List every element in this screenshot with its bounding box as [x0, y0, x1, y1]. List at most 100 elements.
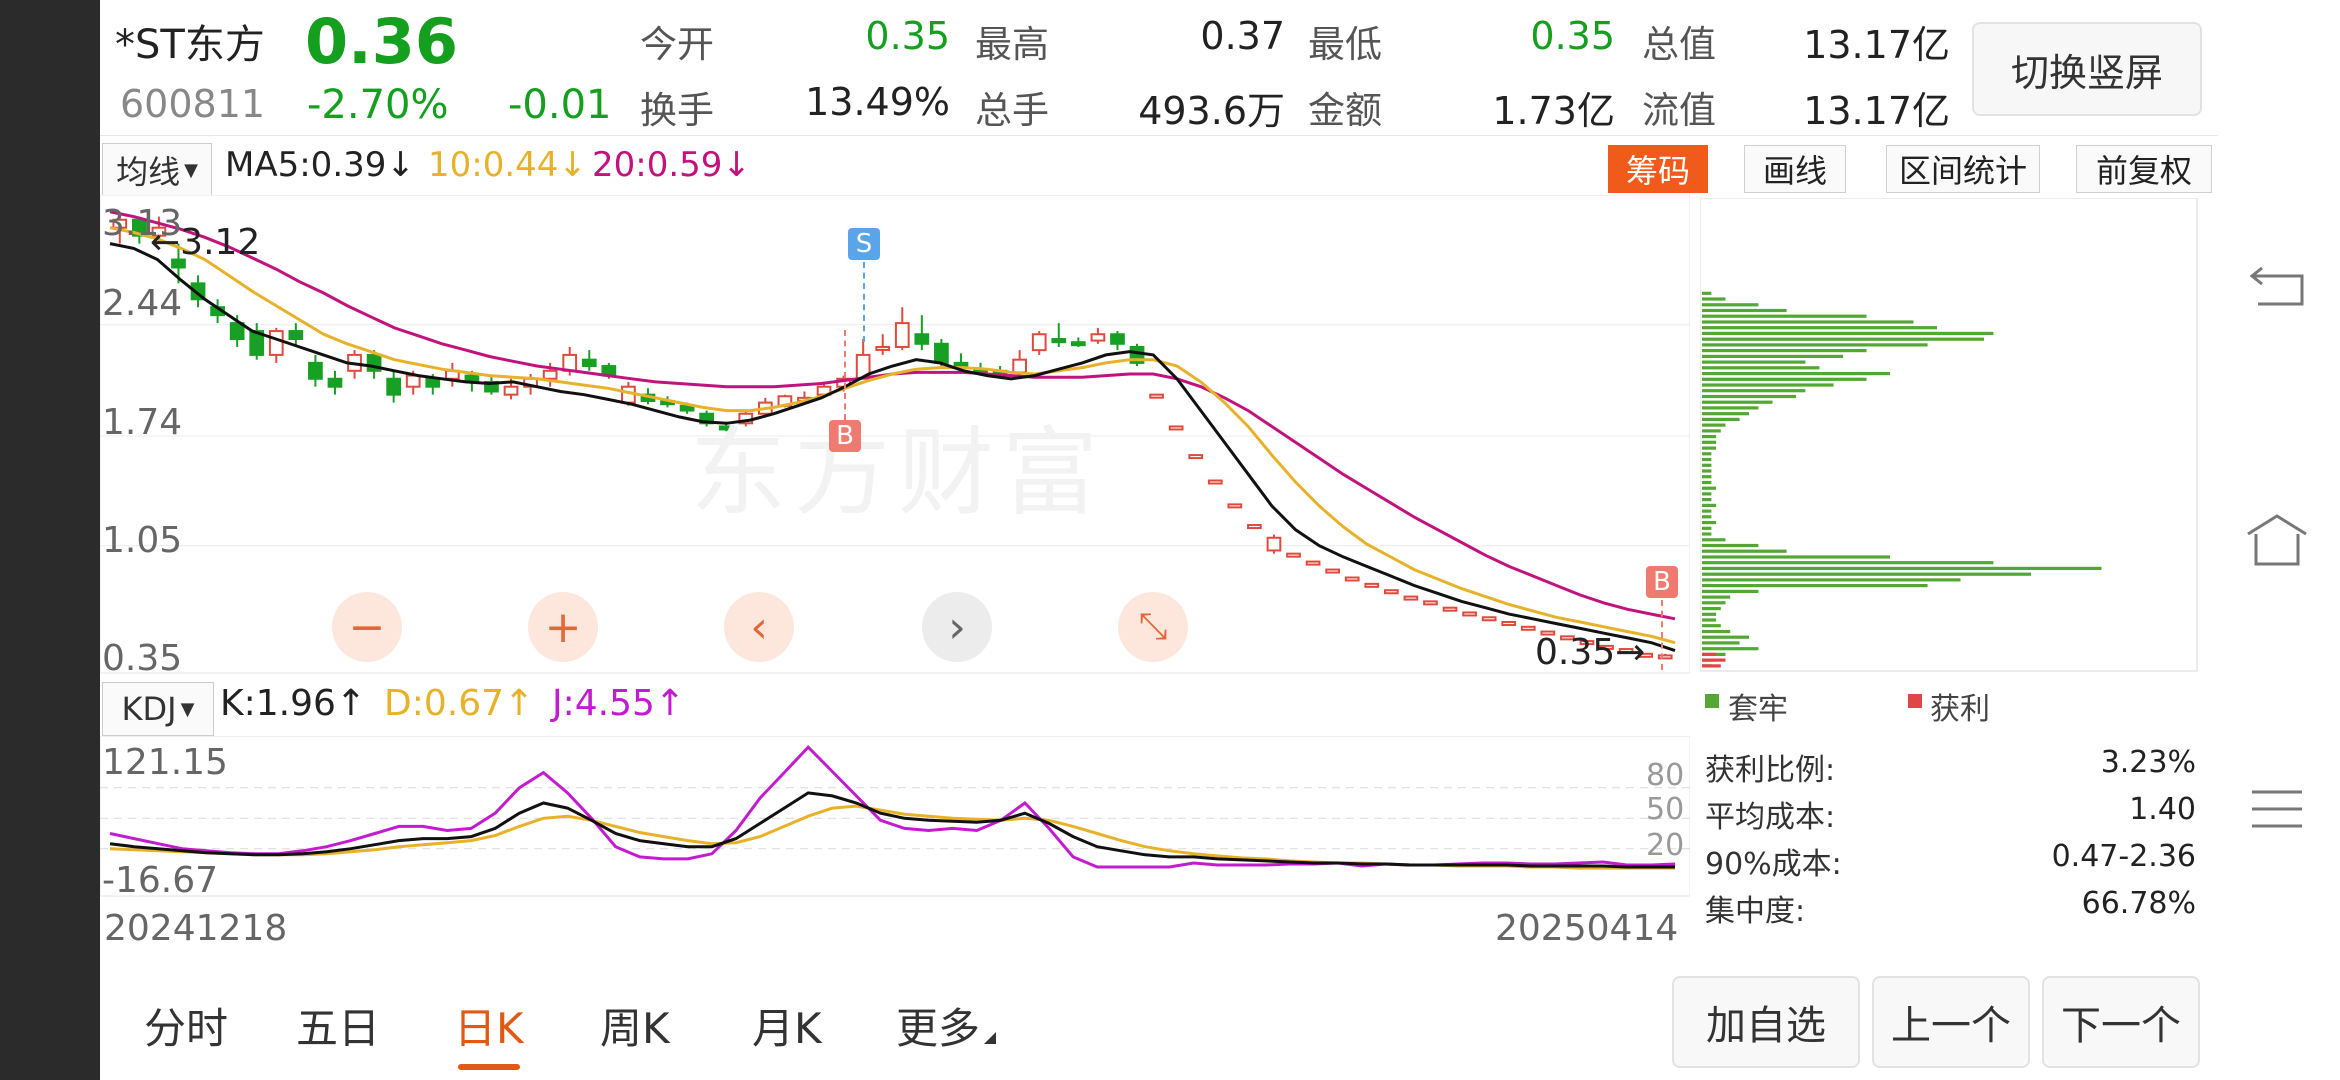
indicator-selector[interactable]: KDJ ▼ — [102, 682, 214, 736]
chip-bar-trap — [1702, 343, 1928, 347]
tab-monthly-k[interactable]: 月K — [752, 995, 822, 1056]
tab-daily-k[interactable]: 日K — [454, 995, 524, 1056]
profit-legend-swatch — [1908, 694, 1922, 708]
kdj-chart[interactable] — [100, 736, 1690, 898]
draw-line-button[interactable]: 画线 — [1744, 145, 1846, 193]
candle-body — [581, 358, 597, 368]
candle-body — [327, 377, 343, 388]
range-stats-button[interactable]: 区间统计 — [1886, 145, 2040, 193]
stock-name: *ST东方 — [115, 22, 265, 68]
tab-more[interactable]: 更多 — [896, 995, 980, 1056]
price-axis-label: 2.44 — [102, 283, 183, 324]
chip-bar-trap — [1702, 475, 1712, 479]
menu-icon[interactable] — [2250, 786, 2304, 832]
chip-bar-trap — [1702, 480, 1712, 485]
change-amount: -0.01 — [508, 82, 612, 128]
chip-bar-trap — [1702, 423, 1726, 427]
chip-bar-trap — [1702, 641, 1740, 645]
chip-bar-trap — [1702, 601, 1726, 605]
chip-bar-trap — [1702, 635, 1749, 639]
chip-bar-trap — [1702, 440, 1717, 444]
candle-body — [1168, 425, 1184, 431]
candle-body — [1012, 358, 1028, 374]
chip-bar-trap — [1702, 457, 1712, 462]
tab-five-day[interactable]: 五日 — [296, 995, 380, 1056]
chip-bar-trap — [1702, 349, 1867, 353]
switch-portrait-button[interactable]: 切换竖屏 — [1972, 22, 2202, 116]
chip-bar-trap — [1702, 291, 1712, 295]
chip-bar-profit — [1702, 652, 1717, 656]
chip-bar-trap — [1702, 435, 1717, 439]
home-icon[interactable] — [2244, 512, 2310, 568]
collapse-button[interactable]: ⤡ — [1118, 592, 1188, 662]
candle-body — [1344, 576, 1360, 582]
chip-bar-trap — [1702, 383, 1834, 387]
tab-intraday[interactable]: 分时 — [144, 995, 228, 1056]
kdj-axis-top: 121.15 — [102, 742, 228, 783]
chip-bar-trap — [1702, 572, 2031, 576]
candle-body — [1247, 524, 1262, 530]
chip-bar-trap — [1702, 446, 1717, 450]
caret-down-icon: ▼ — [180, 698, 195, 720]
header-divider — [100, 135, 2220, 136]
change-percent: -2.70% — [307, 82, 449, 128]
candle-body — [1423, 600, 1438, 606]
chip-bar-trap — [1702, 543, 1759, 548]
trap-legend-label: 套牢 — [1728, 692, 1788, 727]
zoom-in-button[interactable]: + — [528, 592, 598, 662]
cost-90-label: 90%成本: — [1705, 847, 1842, 882]
scroll-right-button[interactable]: › — [922, 592, 992, 662]
candle-body — [894, 322, 910, 348]
sell-signal-marker[interactable]: S — [848, 228, 880, 260]
caret-down-icon: ▼ — [184, 159, 198, 181]
market-cap-label: 总值 — [1642, 23, 1716, 66]
chip-bar-profit — [1702, 658, 1726, 662]
chip-bar-trap — [1702, 549, 1787, 553]
high-price-annotation: ←3.12 — [150, 222, 261, 263]
zoom-out-button[interactable]: − — [332, 592, 402, 662]
back-icon[interactable] — [2248, 260, 2306, 308]
chip-bar-trap — [1702, 538, 1726, 542]
kdj-axis-bottom: -16.67 — [102, 860, 219, 901]
candle-body — [1070, 341, 1086, 347]
tab-weekly-k[interactable]: 周K — [600, 995, 670, 1056]
float-cap-value: 13.17亿 — [1803, 89, 1950, 133]
pre-adjust-button[interactable]: 前复权 — [2076, 145, 2212, 193]
low-value: 0.35 — [1530, 14, 1615, 58]
price-axis-label: 1.74 — [102, 402, 183, 443]
add-watchlist-button[interactable]: 加自选 — [1672, 976, 1860, 1068]
ma-selector[interactable]: 均线 ▼ — [102, 143, 212, 197]
buy-signal-marker-latest[interactable]: B — [1646, 566, 1678, 598]
trap-legend-swatch — [1705, 694, 1719, 708]
profit-ratio-value: 3.23% — [2100, 745, 2196, 780]
chip-bar-trap — [1702, 389, 1806, 393]
candle-body — [934, 342, 949, 364]
indicator-selector-label: KDJ — [121, 690, 177, 728]
open-label: 今开 — [640, 23, 714, 66]
candle-body — [1520, 625, 1536, 631]
chip-bar-trap — [1702, 578, 1961, 582]
current-price: 0.36 — [305, 5, 458, 78]
next-stock-button[interactable]: 下一个 — [2042, 976, 2200, 1068]
candle-body — [1442, 606, 1458, 612]
candle-body — [1051, 338, 1067, 344]
previous-stock-button[interactable]: 上一个 — [1872, 976, 2030, 1068]
chip-bar-trap — [1702, 526, 1712, 530]
chip-bar-trap — [1702, 618, 1717, 622]
candle-body — [875, 345, 891, 351]
amount-value: 1.73亿 — [1492, 89, 1615, 133]
chip-bar-trap — [1702, 624, 1721, 628]
candle-body — [1286, 552, 1301, 558]
chip-bar-trap — [1702, 503, 1717, 507]
scroll-left-button[interactable]: ‹ — [724, 592, 794, 662]
low-label: 最低 — [1308, 23, 1382, 66]
candle-body — [268, 330, 284, 356]
chip-bar-trap — [1702, 308, 1787, 313]
chip-bar-trap — [1702, 607, 1721, 611]
chip-bar-trap — [1702, 486, 1717, 490]
chips-button[interactable]: 筹码 — [1608, 145, 1708, 193]
chip-bar-trap — [1702, 566, 2102, 570]
chip-bar-trap — [1702, 584, 1928, 588]
chip-bar-trap — [1702, 337, 1984, 341]
buy-signal-marker[interactable]: B — [829, 420, 861, 452]
